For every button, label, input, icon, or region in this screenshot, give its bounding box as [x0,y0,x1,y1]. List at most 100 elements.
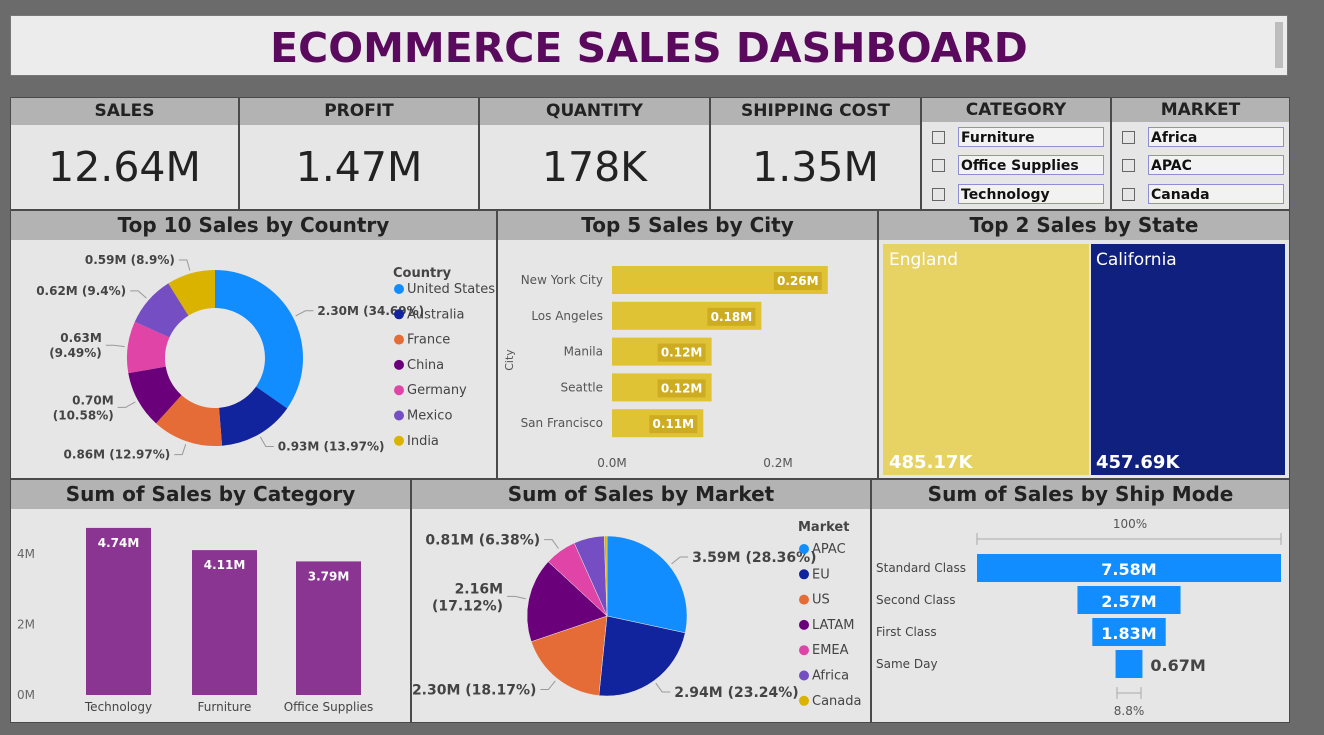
category-label: Los Angeles [531,309,603,323]
legend-marker [799,695,809,706]
country-donut-visual[interactable]: Top 10 Sales by Country 2.30M (34.69%) 0.… [10,210,497,479]
chart-title: Sum of Sales by Ship Mode [872,480,1289,509]
slicer-option-technology[interactable]: Technology [932,184,1104,206]
legend-item[interactable]: APAC [812,542,846,557]
legend-item[interactable]: United States [407,282,495,297]
legend-item[interactable]: France [407,333,450,348]
y-tick: 0M [17,688,35,702]
category-label: Office Supplies [284,700,374,714]
leader-line [540,680,556,691]
category-label: New York City [521,273,603,287]
checkbox[interactable] [1122,131,1135,144]
slicer-option-label[interactable]: Africa [1148,127,1284,147]
slicer-option-label[interactable]: APAC [1148,155,1284,175]
legend-item[interactable]: LATAM [812,618,854,633]
data-label: 4.11M [204,558,246,572]
legend-item[interactable]: EU [812,567,830,582]
kpi-value: 1.47M [295,143,423,191]
legend-marker [394,359,404,370]
shipmode-funnel-visual[interactable]: Sum of Sales by Ship Mode 100% Standard … [871,479,1290,723]
country-donut-svg: 2.30M (34.69%)0.93M (13.97%)0.86M (12.97… [36,253,495,462]
funnel-top-label: 100% [1113,517,1147,531]
data-label: 2.16M [455,581,503,597]
data-label: 2.57M [1101,592,1156,611]
slicer-title: MARKET [1112,98,1289,122]
kpi-value: 1.35M [752,143,879,191]
market-pie-svg: 3.59M (28.36%) 2.94M (23.24%) 2.30M (18.17… [412,520,861,709]
legend-item[interactable]: Africa [812,669,849,684]
checkbox[interactable] [1122,188,1135,201]
market-pie-visual[interactable]: Sum of Sales by Market 3.59M (28.36%) 2.9… [411,479,871,723]
slicer-option-apac[interactable]: APAC [1122,155,1287,177]
checkbox[interactable] [932,188,945,201]
y-tick: 4M [17,547,35,561]
leader-line [507,595,526,600]
leader-line [295,310,314,317]
y-tick: 2M [17,618,35,632]
treemap-label: England [889,250,959,270]
checkbox[interactable] [1122,159,1135,172]
chart-title: Top 2 Sales by State [879,211,1289,240]
donut-slice[interactable] [215,270,304,409]
bar[interactable] [86,527,151,695]
data-label: (10.58%) [53,408,114,422]
leader-line [544,539,559,549]
kpi-label: SALES [11,98,238,125]
data-label: 4.74M [98,536,140,550]
slicer-option-africa[interactable]: Africa [1122,127,1287,149]
slicer-option-canada[interactable]: Canada [1122,184,1287,206]
legend-marker [394,410,404,421]
leader-line [174,444,187,456]
slicer-option-label[interactable]: Furniture [958,127,1104,147]
data-label: 0.26M [777,274,819,288]
treemap-value: 457.69K [1096,452,1180,473]
slicer-option-label[interactable]: Canada [1148,184,1284,204]
state-treemap-visual[interactable]: Top 2 Sales by State England 485.17K Cal… [878,210,1290,479]
data-label: 0.18M [711,310,753,324]
legend-item[interactable]: Mexico [407,409,452,424]
legend-item[interactable]: India [407,434,439,449]
legend-item[interactable]: China [407,358,444,373]
category-label: Seattle [561,380,603,394]
data-label: 0.59M (8.9%) [85,253,175,267]
kpi-label: QUANTITY [480,98,709,125]
chart-title: Top 10 Sales by Country [11,211,496,240]
legend-marker [394,284,404,294]
funnel-bar[interactable] [1115,650,1143,678]
legend-item[interactable]: EMEA [812,643,849,658]
treemap-tile-california[interactable]: California 457.69K [1091,244,1285,475]
legend-item[interactable]: Australia [407,307,465,322]
kpi-card-shipping-cost: SHIPPING COST 1.35M [710,97,921,210]
category-bar-svg: 0M 2M 4M 4.74M Technology 4.11M Furniture 3.79… [17,527,374,714]
slicer-option-office-supplies[interactable]: Office Supplies [932,155,1104,177]
checkbox[interactable] [932,131,945,144]
data-label: 0.93M (13.97%) [278,439,385,453]
treemap-tile-england[interactable]: England 485.17K [883,244,1089,475]
category-bar-visual[interactable]: Sum of Sales by Category 0M 2M 4M 4.74M Tec… [10,479,411,723]
checkbox[interactable] [932,159,945,172]
category-label: Manila [564,345,603,359]
legend-item[interactable]: US [812,593,830,608]
legend-item[interactable]: Germany [407,383,467,398]
legend-title: Market [798,520,849,535]
chart-title: Sum of Sales by Category [11,480,410,509]
data-label: 1.83M [1101,624,1156,643]
slicer-title: CATEGORY [922,98,1110,122]
funnel-bottom-label: 8.8% [1114,704,1145,718]
slicer-option-furniture[interactable]: Furniture [932,127,1104,149]
scrollbar[interactable] [1275,22,1283,68]
city-bar-visual[interactable]: Top 5 Sales by City City New York City 0.… [497,210,878,479]
leader-line [259,436,274,447]
pie-slice[interactable] [606,535,688,634]
shipmode-funnel-svg: 100% Standard Class 7.58M Second Class 2.57… [876,517,1282,718]
slicer-option-label[interactable]: Technology [958,184,1104,204]
data-label: 0.12M [661,381,703,395]
leader-line [655,682,671,693]
data-label: 0.62M (9.4%) [36,284,126,298]
slicer-option-label[interactable]: Office Supplies [958,155,1104,175]
leader-line [117,401,136,408]
chart-title: Sum of Sales by Market [412,480,870,509]
legend-item[interactable]: Canada [812,694,861,709]
kpi-label: SHIPPING COST [711,98,920,125]
leader-line [671,556,689,565]
